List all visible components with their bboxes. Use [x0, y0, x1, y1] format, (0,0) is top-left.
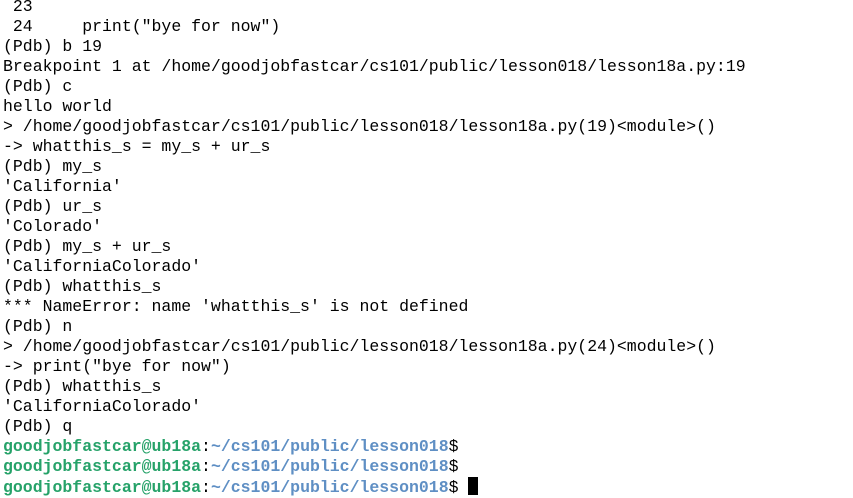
output-line: (Pdb) my_s + ur_s — [3, 237, 172, 256]
output-line: (Pdb) q — [3, 417, 73, 436]
prompt-symbol: $ — [448, 457, 459, 476]
output-line: 'CaliforniaColorado' — [3, 257, 202, 276]
output-line: 'CaliforniaColorado' — [3, 397, 202, 416]
prompt-path: ~/cs101/public/lesson018 — [210, 478, 449, 497]
output-line: -> print("bye for now") — [3, 357, 231, 376]
output-line: (Pdb) n — [3, 317, 73, 336]
output-line: (Pdb) c — [3, 77, 73, 96]
terminal-output: 23 24 print("bye for now") (Pdb) b 19 Br… — [3, 0, 746, 497]
output-line: (Pdb) my_s — [3, 157, 103, 176]
prompt-user: goodjobfastcar@ub18a — [3, 457, 202, 476]
output-line: 'California' — [3, 177, 122, 196]
text-cursor — [468, 477, 479, 495]
prompt-symbol: $ — [448, 437, 459, 456]
output-line: 24 print("bye for now") — [3, 17, 281, 36]
output-line: -> whatthis_s = my_s + ur_s — [3, 137, 271, 156]
prompt-user: goodjobfastcar@ub18a — [3, 437, 202, 456]
prompt-path: ~/cs101/public/lesson018 — [210, 457, 449, 476]
shell-prompt: goodjobfastcar@ub18a:~/cs101/public/less… — [3, 457, 746, 477]
prompt-separator: : — [201, 457, 211, 476]
output-line: (Pdb) whatthis_s — [3, 377, 162, 396]
prompt-separator: : — [201, 437, 211, 456]
output-line: Breakpoint 1 at /home/goodjobfastcar/cs1… — [3, 57, 746, 76]
shell-prompt: goodjobfastcar@ub18a:~/cs101/public/less… — [3, 437, 746, 457]
output-line: 23 — [3, 0, 33, 16]
prompt-path: ~/cs101/public/lesson018 — [210, 437, 449, 456]
output-line: (Pdb) whatthis_s — [3, 277, 162, 296]
output-line: (Pdb) b 19 — [3, 37, 103, 56]
output-line: > /home/goodjobfastcar/cs101/public/less… — [3, 337, 716, 356]
terminal-window[interactable]: 23 24 print("bye for now") (Pdb) b 19 Br… — [0, 0, 853, 498]
shell-prompt-active[interactable]: goodjobfastcar@ub18a:~/cs101/public/less… — [3, 477, 746, 497]
output-line: *** NameError: name 'whatthis_s' is not … — [3, 297, 469, 316]
output-line: > /home/goodjobfastcar/cs101/public/less… — [3, 117, 716, 136]
output-line: (Pdb) ur_s — [3, 197, 103, 216]
prompt-symbol: $ — [448, 478, 469, 497]
output-line: 'Colorado' — [3, 217, 103, 236]
prompt-separator: : — [201, 478, 211, 497]
output-line: hello world — [3, 97, 112, 116]
prompt-user: goodjobfastcar@ub18a — [3, 478, 202, 497]
